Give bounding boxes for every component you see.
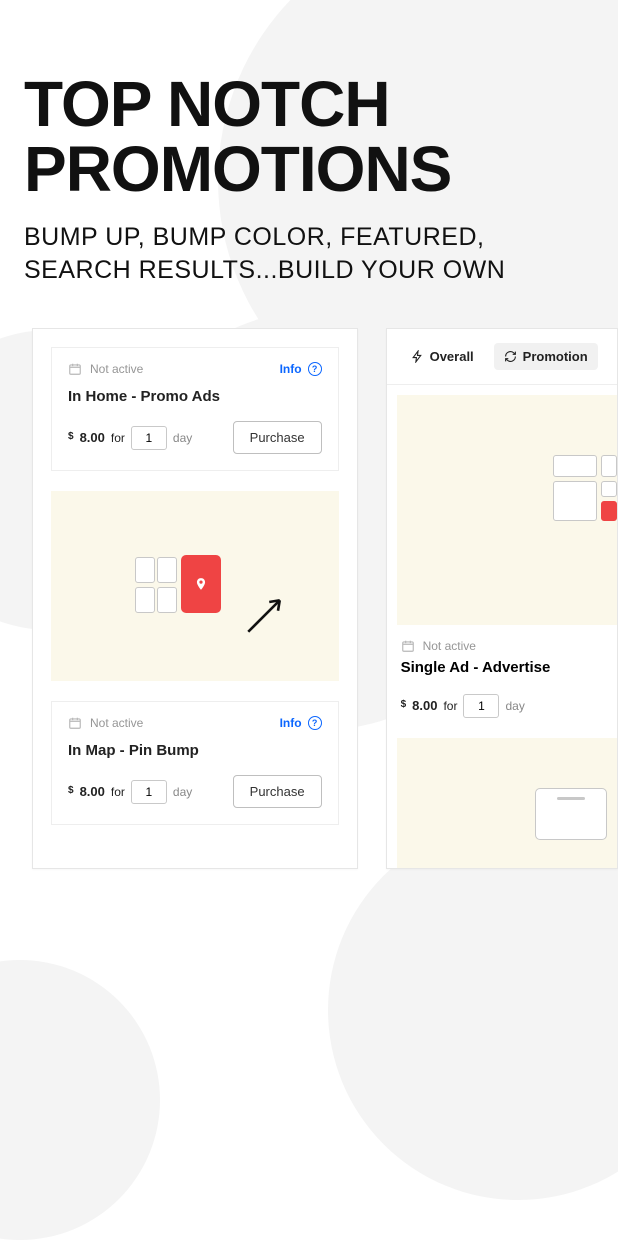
unit-label: day — [505, 699, 524, 713]
price-amount: 8.00 — [80, 430, 105, 445]
quantity-input[interactable] — [131, 426, 167, 450]
for-label: for — [443, 699, 457, 713]
tile-icon — [135, 587, 155, 613]
tile-icon — [157, 557, 177, 583]
info-icon: ? — [308, 362, 322, 376]
tile-icon — [157, 587, 177, 613]
cursor-arrow-icon — [243, 595, 285, 637]
illustration-single-ad — [397, 395, 617, 625]
price: $8.00 for day — [68, 780, 192, 804]
tile-icon — [601, 481, 617, 497]
tile-icon — [135, 557, 155, 583]
tile-icon — [601, 455, 617, 477]
currency-symbol: $ — [68, 785, 74, 796]
tab-label: Overall — [430, 349, 474, 364]
currency-symbol: $ — [68, 431, 74, 442]
calendar-icon — [68, 716, 82, 730]
calendar-icon — [401, 639, 415, 653]
info-text: Info — [280, 716, 302, 730]
purchase-button[interactable]: Purchase — [233, 421, 322, 454]
hero-title: TOP NOTCH PROMOTIONS — [24, 72, 594, 203]
status-not-active: Not active — [401, 639, 617, 653]
illustration-pin-bump — [51, 491, 339, 681]
panel-left: Not active Info ? In Home - Promo Ads $8… — [32, 328, 358, 869]
info-link[interactable]: Info ? — [280, 362, 322, 376]
quantity-input[interactable] — [463, 694, 499, 718]
bolt-icon — [411, 350, 424, 363]
price: $8.00 for day — [68, 426, 192, 450]
hero-subtitle: BUMP UP, BUMP COLOR, FEATURED, SEARCH RE… — [24, 221, 594, 289]
hero-sub-line1: BUMP UP, BUMP COLOR, FEATURED, — [24, 223, 484, 251]
card-title: Single Ad - Advertise — [401, 659, 617, 676]
promo-card-in-home: Not active Info ? In Home - Promo Ads $8… — [51, 347, 339, 471]
status-not-active: Not active — [68, 716, 143, 730]
unit-label: day — [173, 785, 192, 799]
price-amount: 8.00 — [80, 784, 105, 799]
for-label: for — [111, 785, 125, 799]
tab-bar: Overall Promotion — [387, 329, 617, 385]
status-text: Not active — [90, 362, 143, 376]
unit-label: day — [173, 431, 192, 445]
card-title: In Map - Pin Bump — [52, 736, 338, 775]
calendar-icon — [68, 362, 82, 376]
quantity-input[interactable] — [131, 780, 167, 804]
tab-promotions[interactable]: Promotion — [494, 343, 598, 370]
promo-card-in-map: Not active Info ? In Map - Pin Bump $8.0… — [51, 701, 339, 825]
info-icon: ? — [308, 716, 322, 730]
price-amount: 8.00 — [412, 698, 437, 713]
tile-icon — [553, 481, 597, 521]
status-text: Not active — [423, 639, 476, 653]
info-text: Info — [280, 362, 302, 376]
device-icon — [535, 788, 607, 840]
card-title: In Home - Promo Ads — [52, 382, 338, 421]
hero-title-line1: TOP NOTCH — [24, 68, 390, 140]
illustration-device — [397, 738, 617, 868]
hero-sub-line2: SEARCH RESULTS...BUILD YOUR OWN — [24, 256, 505, 284]
pin-icon — [194, 574, 208, 594]
info-link[interactable]: Info ? — [280, 716, 322, 730]
promo-card-single-ad: Not active Single Ad - Advertise $8.00 f… — [387, 625, 617, 718]
tab-label: Promotion — [523, 349, 588, 364]
for-label: for — [111, 431, 125, 445]
highlighted-tile-icon — [601, 501, 617, 521]
highlighted-tile-icon — [181, 555, 221, 613]
refresh-icon — [504, 350, 517, 363]
price: $8.00 for day — [401, 694, 617, 718]
tab-overall[interactable]: Overall — [401, 343, 484, 370]
hero-title-line2: PROMOTIONS — [24, 133, 451, 205]
hero: TOP NOTCH PROMOTIONS BUMP UP, BUMP COLOR… — [0, 0, 618, 288]
purchase-button[interactable]: Purchase — [233, 775, 322, 808]
panel-right: Overall Promotion Not active Single Ad -… — [386, 328, 618, 869]
tile-icon — [553, 455, 597, 477]
status-not-active: Not active — [68, 362, 143, 376]
currency-symbol: $ — [401, 699, 407, 710]
status-text: Not active — [90, 716, 143, 730]
